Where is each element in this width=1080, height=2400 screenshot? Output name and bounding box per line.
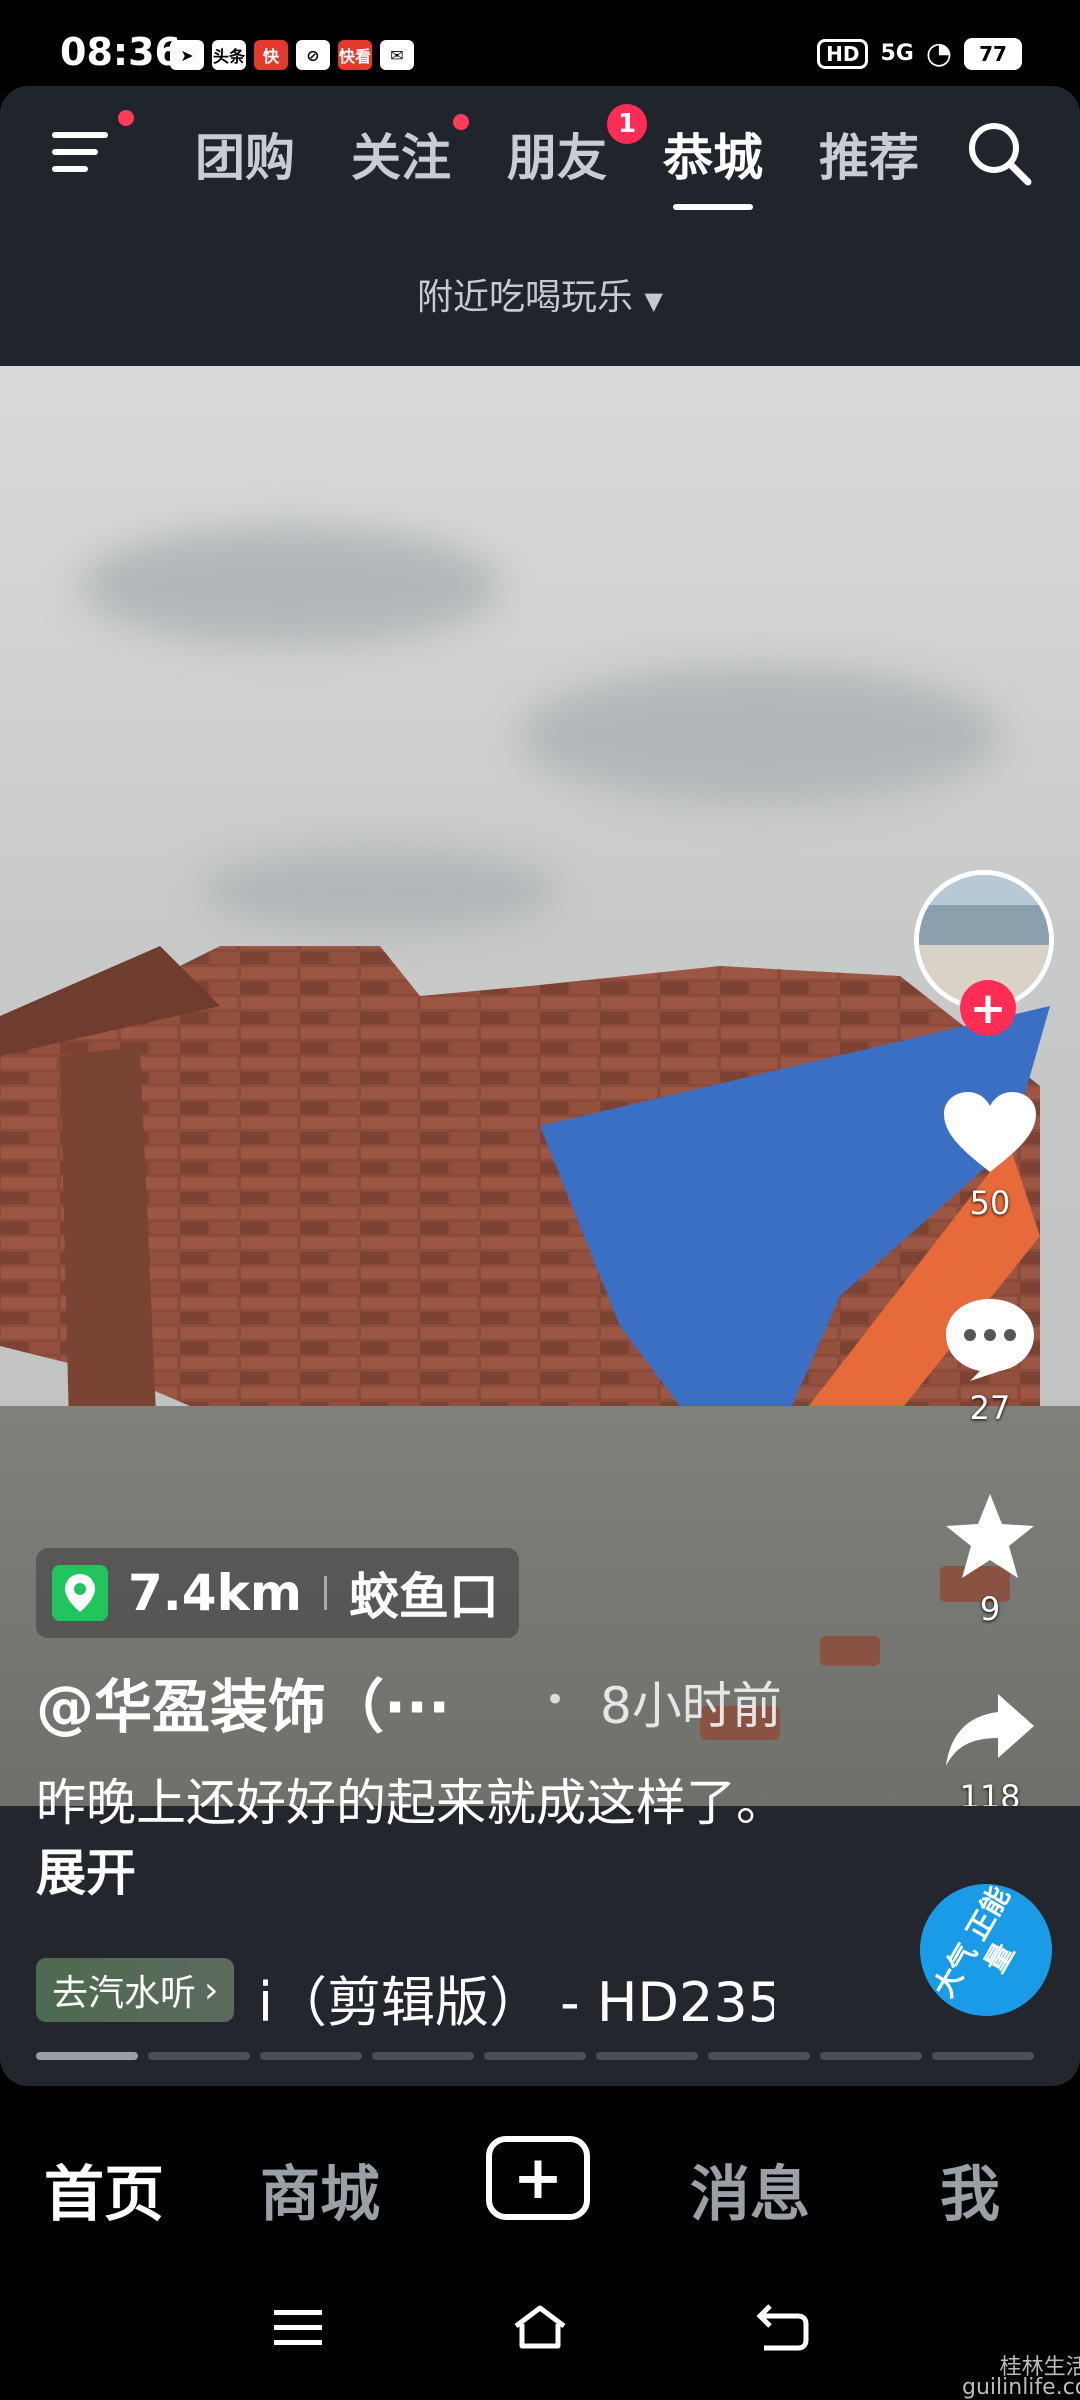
qishui-label: 去汽水听 xyxy=(52,1973,197,2014)
progress-segment xyxy=(708,2052,810,2060)
nav-messages[interactable]: 消息 xyxy=(690,2146,810,2233)
friends-badge: 1 xyxy=(607,104,647,144)
post-time: 8小时前 xyxy=(600,1677,782,1735)
back-nav-icon[interactable] xyxy=(754,2304,810,2352)
tab-groupbuy[interactable]: 团购 xyxy=(195,118,295,190)
progress-segments xyxy=(36,2052,1034,2060)
send-icon: ➤ xyxy=(170,40,204,70)
status-bar: 08:36 ➤ 头条 快 ⊘ 快看 ✉ HD 5G ◔ 77 xyxy=(0,0,1080,86)
author-name[interactable]: @华盈装饰（··· xyxy=(36,1660,450,1744)
menu-nav-icon[interactable] xyxy=(270,2306,326,2350)
battery-icon: 77 xyxy=(964,37,1022,70)
progress-segment xyxy=(932,2052,1034,2060)
top-panel: 团购 关注 朋友 1 恭城 推荐 附近吃喝玩乐 ▼ xyxy=(0,86,1080,366)
nav-mall[interactable]: 商城 xyxy=(260,2146,380,2233)
star-icon xyxy=(946,1494,1034,1578)
progress-segment xyxy=(484,2052,586,2060)
share-button[interactable]: 118 xyxy=(910,1690,1070,1816)
follow-plus-button[interactable]: + xyxy=(960,980,1016,1036)
network-icon: 5G xyxy=(880,41,914,66)
menu-icon[interactable] xyxy=(52,128,114,176)
location-divider xyxy=(323,1576,327,1610)
tab-follow[interactable]: 关注 xyxy=(351,114,469,190)
status-time: 08:36 xyxy=(60,30,181,74)
caption-text: 昨晚上还好好的起来就成这样了。 xyxy=(36,1774,786,1832)
menu-notification-dot xyxy=(118,110,134,126)
create-plus-button[interactable]: + xyxy=(486,2136,590,2220)
notification-icons: ➤ 头条 快 ⊘ 快看 ✉ xyxy=(170,40,414,70)
rubble xyxy=(820,1636,880,1666)
comment-count: 27 xyxy=(969,1389,1011,1427)
kuaikan-icon: 快看 xyxy=(338,40,372,70)
video-caption[interactable]: 昨晚上还好好的起来就成这样了。 展开 xyxy=(36,1768,806,1908)
top-tabs: 团购 关注 朋友 1 恭城 推荐 xyxy=(195,104,919,210)
watermark: 桂林生活网 guilinlife.com xyxy=(962,2355,1080,2400)
status-right: HD 5G ◔ 77 xyxy=(817,36,1022,71)
nearby-label: 附近吃喝玩乐 xyxy=(417,277,634,318)
plus-icon: + xyxy=(512,2143,564,2213)
dropdown-caret-icon: ▼ xyxy=(644,287,663,315)
progress-segment xyxy=(148,2052,250,2060)
location-pin-icon xyxy=(52,1565,108,1621)
tab-recommend[interactable]: 推荐 xyxy=(819,118,919,190)
cloud xyxy=(520,666,1000,806)
app-icon: 快 xyxy=(254,40,288,70)
expand-link[interactable]: 展开 xyxy=(36,1844,136,1902)
bottom-navigation: 首页 商城 + 消息 我 xyxy=(0,2086,1080,2286)
progress-segment xyxy=(372,2052,474,2060)
follow-dot xyxy=(453,114,469,130)
like-button[interactable]: 50 xyxy=(910,1090,1070,1222)
open-in-qishui-button[interactable]: 去汽水听 › xyxy=(36,1958,235,2022)
comment-icon xyxy=(946,1299,1034,1381)
location-chip[interactable]: 7.4km 蛟鱼口 xyxy=(36,1548,519,1638)
music-title[interactable]: i（剪辑版） - HD235 xyxy=(258,1958,774,2037)
search-icon[interactable] xyxy=(964,118,1034,188)
nearby-filter[interactable]: 附近吃喝玩乐 ▼ xyxy=(0,268,1080,320)
wifi-icon: ◔ xyxy=(925,36,952,71)
system-navigation-bar xyxy=(0,2286,1080,2388)
progress-segment xyxy=(260,2052,362,2060)
nav-me[interactable]: 我 xyxy=(940,2146,1000,2233)
nav-home[interactable]: 首页 xyxy=(44,2146,164,2233)
chevron-right-icon: › xyxy=(204,1969,219,2011)
like-count: 50 xyxy=(969,1184,1011,1222)
favorite-button[interactable]: 9 xyxy=(910,1490,1070,1628)
progress-segment xyxy=(820,2052,922,2060)
heart-icon xyxy=(944,1092,1036,1172)
cloud xyxy=(80,526,500,646)
location-place: 蛟鱼口 xyxy=(348,1568,499,1626)
progress-segment xyxy=(36,2052,138,2060)
favorite-count: 9 xyxy=(979,1590,1001,1628)
tab-friends[interactable]: 朋友 1 xyxy=(507,104,647,190)
separator-dot: • xyxy=(545,1680,566,1720)
toutiao-icon: 头条 xyxy=(212,40,246,70)
link-icon: ⊘ xyxy=(296,40,330,70)
comment-button[interactable]: 27 xyxy=(910,1295,1070,1427)
share-icon xyxy=(946,1694,1034,1766)
home-nav-icon[interactable] xyxy=(510,2302,570,2352)
hd-icon: HD xyxy=(817,38,869,69)
mail-icon: ✉ xyxy=(380,40,414,70)
location-distance: 7.4km xyxy=(128,1564,302,1622)
progress-segment xyxy=(596,2052,698,2060)
tab-gongcheng[interactable]: 恭城 xyxy=(663,118,763,210)
